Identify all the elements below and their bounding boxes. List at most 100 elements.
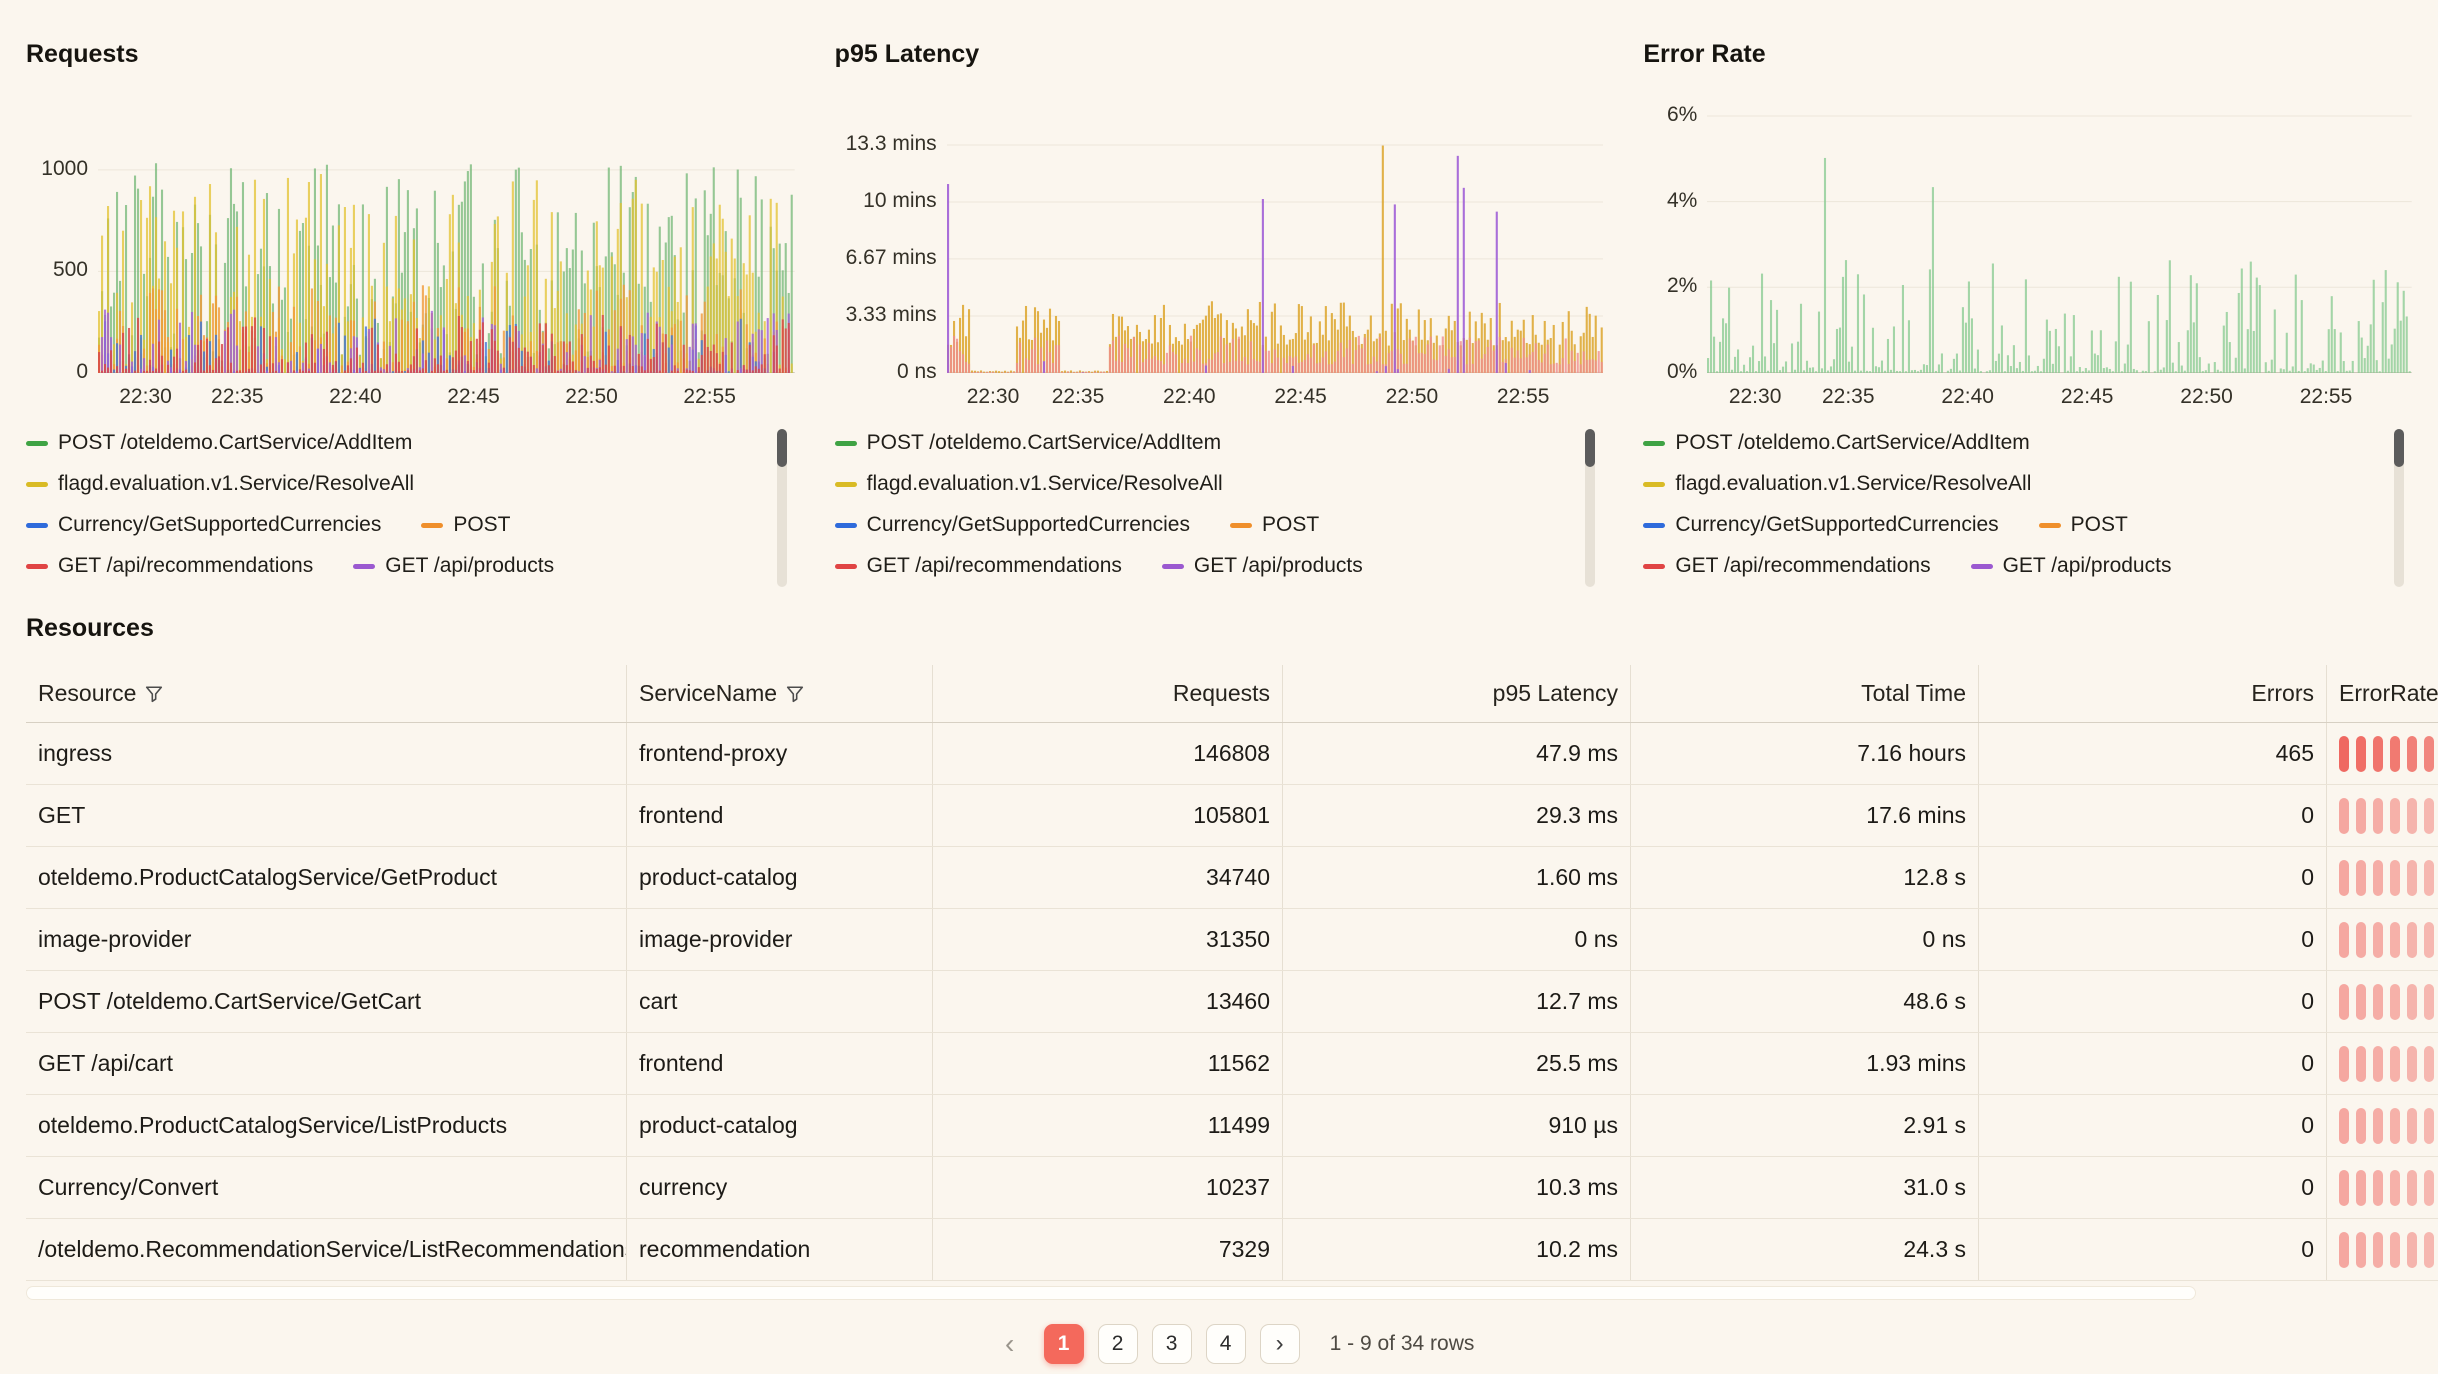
requests-chart[interactable] xyxy=(98,113,795,373)
legend-label: POST xyxy=(1262,511,1319,539)
page-button-3[interactable]: 3 xyxy=(1152,1324,1192,1364)
x-tick-label: 22:45 xyxy=(2061,385,2114,409)
cell-p95-latency: 1.60 ms xyxy=(1282,847,1630,908)
sparkline-bar xyxy=(2339,860,2349,896)
sparkline-bar xyxy=(2373,1108,2383,1144)
legend-item[interactable]: Currency/GetSupportedCurrencies xyxy=(835,511,1190,539)
legend-label: GET /api/products xyxy=(385,552,554,580)
legend-item[interactable]: flagd.evaluation.v1.Service/ResolveAll xyxy=(1643,470,2031,498)
sparkline-bar xyxy=(2339,736,2349,772)
series-color-dash xyxy=(1643,564,1665,569)
prev-page-button[interactable]: ‹ xyxy=(990,1324,1030,1364)
legend-item[interactable]: GET /api/products xyxy=(353,552,554,580)
legend-item[interactable]: GET /api/recommendations xyxy=(26,552,313,580)
cell-errors: 0 xyxy=(1978,909,2326,970)
y-tick-label: 1000 xyxy=(41,157,88,181)
latency-chart-area: 13.3 mins10 mins6.67 mins3.33 mins0 ns 2… xyxy=(835,113,1604,415)
legend-item[interactable]: Currency/GetSupportedCurrencies xyxy=(26,511,381,539)
x-tick-label: 22:50 xyxy=(565,385,618,409)
error-rate-chart[interactable] xyxy=(1707,113,2412,373)
table-row[interactable]: image-providerimage-provider313500 ns0 n… xyxy=(26,909,2438,971)
cell-resource: ingress xyxy=(26,723,626,784)
next-page-button[interactable]: › xyxy=(1260,1324,1300,1364)
legend-item[interactable]: POST xyxy=(421,511,510,539)
legend-item[interactable]: Currency/GetSupportedCurrencies xyxy=(1643,511,1998,539)
sparkline-bar xyxy=(2390,860,2400,896)
page-button-1[interactable]: 1 xyxy=(1044,1324,1084,1364)
legend-item[interactable]: flagd.evaluation.v1.Service/ResolveAll xyxy=(26,470,414,498)
column-header-requests[interactable]: Requests xyxy=(932,665,1282,722)
error-y-axis: 6%4%2%0% xyxy=(1643,113,1707,373)
column-header-servicename[interactable]: ServiceName xyxy=(626,665,932,722)
column-header-p95-latency[interactable]: p95 Latency xyxy=(1282,665,1630,722)
cell-p95-latency: 910 µs xyxy=(1282,1095,1630,1156)
y-tick-label: 0% xyxy=(1667,360,1697,384)
scrollbar-thumb[interactable] xyxy=(777,429,787,467)
sparkline-bar xyxy=(2339,984,2349,1020)
legend-item[interactable]: POST /oteldemo.CartService/AddItem xyxy=(835,429,1221,457)
scrollbar-thumb[interactable] xyxy=(1585,429,1595,467)
table-row[interactable]: /oteldemo.RecommendationService/ListReco… xyxy=(26,1219,2438,1281)
legend-item[interactable]: POST /oteldemo.CartService/AddItem xyxy=(26,429,412,457)
table-row[interactable]: POST /oteldemo.CartService/GetCartcart13… xyxy=(26,971,2438,1033)
legend-item[interactable]: GET /api/recommendations xyxy=(1643,552,1930,580)
cell-errors: 0 xyxy=(1978,1219,2326,1280)
x-tick-label: 22:40 xyxy=(329,385,382,409)
horizontal-scrollbar-thumb[interactable] xyxy=(26,1286,2196,1300)
table-row[interactable]: oteldemo.ProductCatalogService/ListProdu… xyxy=(26,1095,2438,1157)
legend-item[interactable]: GET /api/products xyxy=(1971,552,2172,580)
requests-y-axis: 10005000 xyxy=(26,113,98,373)
x-tick-label: 22:30 xyxy=(967,385,1020,409)
filter-icon[interactable] xyxy=(786,685,804,703)
series-color-dash xyxy=(835,564,857,569)
column-label: p95 Latency xyxy=(1493,680,1618,707)
y-tick-label: 13.3 mins xyxy=(846,132,937,156)
table-row[interactable]: Currency/Convertcurrency1023710.3 ms31.0… xyxy=(26,1157,2438,1219)
pagination: ‹1234› 1 - 9 of 34 rows xyxy=(26,1324,2438,1364)
page-button-4[interactable]: 4 xyxy=(1206,1324,1246,1364)
table-row[interactable]: GET /api/cartfrontend1156225.5 ms1.93 mi… xyxy=(26,1033,2438,1095)
sparkline-bar xyxy=(2390,798,2400,834)
sparkline-bar xyxy=(2356,922,2366,958)
filter-icon[interactable] xyxy=(145,685,163,703)
x-tick-label: 22:30 xyxy=(119,385,172,409)
page-buttons: ‹ 1234 › xyxy=(990,1324,1300,1364)
legend-scrollbar[interactable] xyxy=(1585,429,1595,587)
sparkline-bar xyxy=(2424,1108,2434,1144)
legend-item[interactable]: POST xyxy=(2039,511,2128,539)
column-label: Total Time xyxy=(1861,680,1966,707)
page-button-2[interactable]: 2 xyxy=(1098,1324,1138,1364)
column-label: Resource xyxy=(38,680,136,707)
requests-x-axis: 22:3022:3522:4022:4522:5022:55 xyxy=(98,381,795,415)
table-row[interactable]: oteldemo.ProductCatalogService/GetProduc… xyxy=(26,847,2438,909)
x-tick-label: 22:40 xyxy=(1941,385,1994,409)
horizontal-scrollbar[interactable] xyxy=(26,1286,2438,1300)
legend-item[interactable]: POST xyxy=(1230,511,1319,539)
legend-item[interactable]: GET /api/recommendations xyxy=(835,552,1122,580)
column-header-resource[interactable]: Resource xyxy=(26,665,626,722)
latency-x-axis: 22:3022:3522:4022:4522:5022:55 xyxy=(947,381,1604,415)
legend-item[interactable]: POST /oteldemo.CartService/AddItem xyxy=(1643,429,2029,457)
table-row[interactable]: GETfrontend10580129.3 ms17.6 mins0 xyxy=(26,785,2438,847)
cell-resource: /oteldemo.RecommendationService/ListReco… xyxy=(26,1219,626,1280)
cell-requests: 105801 xyxy=(932,785,1282,846)
p95-latency-chart[interactable] xyxy=(947,113,1604,373)
legend-label: Currency/GetSupportedCurrencies xyxy=(58,511,381,539)
legend-item[interactable]: flagd.evaluation.v1.Service/ResolveAll xyxy=(835,470,1223,498)
cell-requests: 31350 xyxy=(932,909,1282,970)
legend-label: POST /oteldemo.CartService/AddItem xyxy=(1675,429,2029,457)
sparkline-bar xyxy=(2356,798,2366,834)
legend-item[interactable]: GET /api/products xyxy=(1162,552,1363,580)
legend-scrollbar[interactable] xyxy=(777,429,787,587)
table-row[interactable]: ingressfrontend-proxy14680847.9 ms7.16 h… xyxy=(26,723,2438,785)
error-rate-sparkline xyxy=(2326,1157,2438,1218)
series-color-dash xyxy=(835,482,857,487)
legend-scrollbar[interactable] xyxy=(2394,429,2404,587)
scrollbar-thumb[interactable] xyxy=(2394,429,2404,467)
column-header-errorrate[interactable]: ErrorRate xyxy=(2326,665,2438,722)
legend-label: Currency/GetSupportedCurrencies xyxy=(867,511,1190,539)
chart-title-requests: Requests xyxy=(26,40,795,69)
column-header-errors[interactable]: Errors xyxy=(1978,665,2326,722)
column-header-total-time[interactable]: Total Time xyxy=(1630,665,1978,722)
column-label: Requests xyxy=(1173,680,1270,707)
